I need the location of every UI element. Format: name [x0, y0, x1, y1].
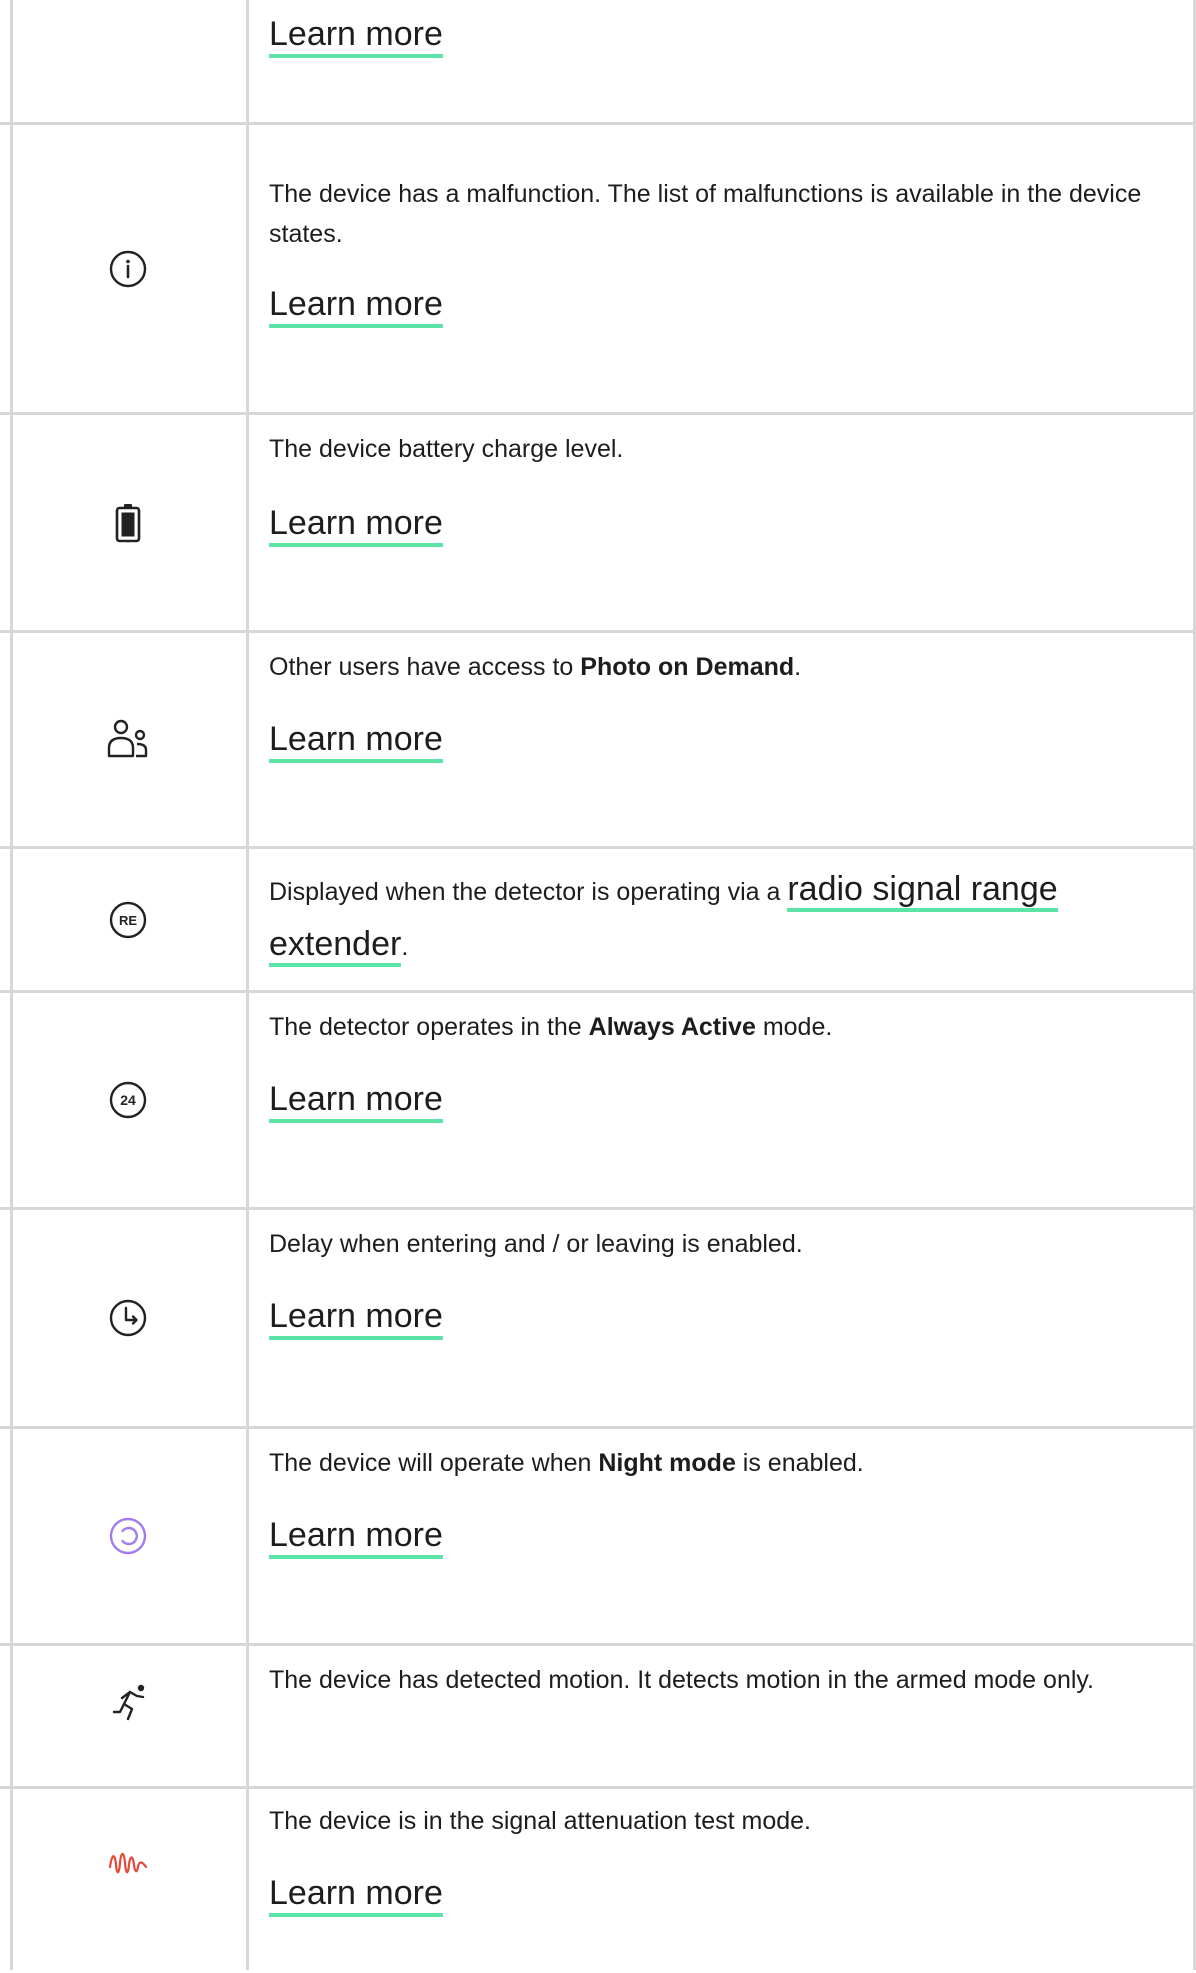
24h-icon: 24	[109, 1081, 147, 1119]
learn-more-link[interactable]: Learn more	[269, 1296, 443, 1340]
icon-cell	[10, 1210, 246, 1426]
learn-more-link[interactable]: Learn more	[269, 1079, 443, 1123]
motion-icon	[112, 1684, 145, 1721]
learn-more-link[interactable]: Learn more	[269, 284, 443, 328]
icon-cell: 24	[10, 993, 246, 1207]
row-description: The device is in the signal attenuation …	[269, 1807, 811, 1835]
table-row: The device will operate when Night mode …	[0, 1429, 1196, 1643]
table-row: Delay when entering and / or leaving is …	[0, 1210, 1196, 1426]
icon-cell	[10, 125, 246, 412]
battery-icon	[115, 503, 141, 542]
table-row: The device is in the signal attenuation …	[0, 1786, 1196, 1973]
clock-delay-icon	[109, 1299, 147, 1337]
row-description: The detector operates in the Always Acti…	[269, 1013, 833, 1041]
bold-term: Night mode	[598, 1449, 736, 1477]
row-description: Delay when entering and / or leaving is …	[269, 1230, 803, 1258]
row-description: Displayed when the detector is operating…	[269, 863, 1156, 973]
table-row: RE Displayed when the detector is operat…	[0, 849, 1196, 990]
re-icon: RE	[109, 901, 147, 938]
svg-text:RE: RE	[119, 913, 137, 928]
night-mode-icon	[109, 1517, 147, 1555]
icon-cell: RE	[10, 849, 246, 990]
row-description: The device will operate when Night mode …	[269, 1449, 864, 1477]
table-row: Other users have access to Photo on Dema…	[0, 633, 1196, 846]
table-row: The device has a malfunction. The list o…	[0, 125, 1196, 412]
table-row: Learn more	[0, 0, 1196, 122]
table-row: The device battery charge level. Learn m…	[0, 415, 1196, 630]
row-description: The device has a malfunction. The list o…	[269, 180, 1142, 248]
icon-cell	[10, 1646, 246, 1786]
row-description: The device battery charge level.	[269, 435, 624, 463]
learn-more-link[interactable]: Learn more	[269, 503, 443, 547]
users-icon	[107, 719, 148, 757]
row-description: Other users have access to Photo on Dema…	[269, 653, 802, 681]
row-description: The device has detected motion. It detec…	[269, 1666, 1094, 1694]
svg-text:24: 24	[120, 1092, 136, 1108]
learn-more-link[interactable]: Learn more	[269, 1873, 443, 1917]
learn-more-link[interactable]: Learn more	[269, 14, 443, 58]
learn-more-link[interactable]: Learn more	[269, 1515, 443, 1559]
bold-term: Photo on Demand	[580, 653, 795, 681]
info-icon	[109, 250, 147, 287]
bold-term: Always Active	[588, 1013, 756, 1041]
icon-cell	[10, 633, 246, 846]
icons-table: Learn more The device has a malfunction.…	[0, 0, 1196, 1970]
icon-cell	[10, 1789, 246, 1973]
icon-cell	[10, 1429, 246, 1643]
signal-wave-icon	[108, 1852, 148, 1874]
learn-more-link[interactable]: Learn more	[269, 719, 443, 763]
table-row: The device has detected motion. It detec…	[0, 1646, 1196, 1786]
icon-cell	[10, 415, 246, 630]
table-row: 24 The detector operates in the Always A…	[0, 993, 1196, 1207]
